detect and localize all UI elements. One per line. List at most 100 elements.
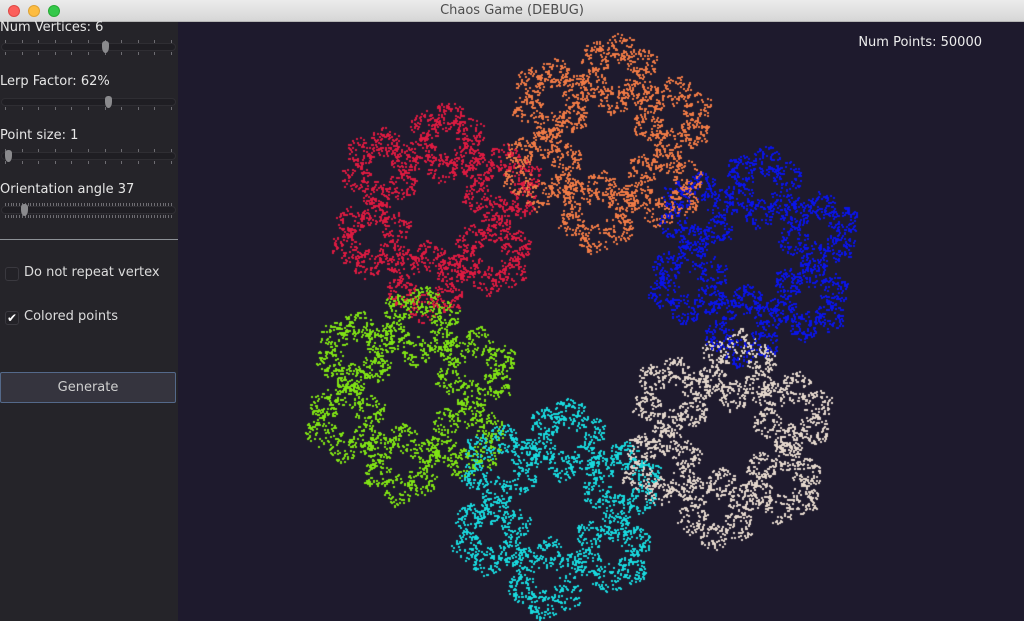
slider-tick [121, 52, 123, 55]
slider-tick [154, 107, 156, 110]
slider-tick [125, 215, 127, 218]
slider-tick [145, 215, 147, 218]
window-title: Chaos Game (DEBUG) [440, 3, 584, 18]
slider-tick [75, 215, 77, 218]
slider-track [1, 43, 176, 51]
slider-tick [35, 215, 37, 218]
slider-tick [114, 215, 116, 218]
slider-tick [10, 215, 12, 218]
slider-tick [88, 107, 89, 110]
slider-tick [38, 161, 40, 164]
control-panel: Num Vertices: 6 Lerp Factor: 62% Point s… [0, 20, 178, 621]
title-bar: Chaos Game (DEBUG) [0, 0, 1024, 22]
slider-tick [64, 215, 66, 218]
slider-tick [121, 161, 123, 164]
slider-tick [151, 215, 153, 218]
slider-tick [21, 107, 23, 110]
slider-tick [154, 215, 156, 218]
slider-tick [5, 52, 6, 55]
slider-tick [89, 215, 91, 218]
slider-tick [54, 161, 56, 164]
orientation-angle-label: Orientation angle 37 [0, 182, 135, 197]
slider-tick [104, 161, 106, 164]
slider-tick [171, 215, 172, 218]
slider-tick [140, 215, 142, 218]
slider-tick [30, 215, 32, 218]
slider-tick [123, 215, 125, 218]
slider-tick [13, 215, 15, 218]
slider-thumb[interactable] [105, 96, 112, 108]
slider-tick [41, 215, 43, 218]
slider-tick [97, 215, 99, 218]
orientation-angle-slider[interactable] [1, 203, 176, 219]
slider-ticks [1, 161, 176, 165]
slider-tick [171, 107, 172, 110]
slider-thumb[interactable] [5, 150, 12, 162]
do-not-repeat-vertex-label[interactable]: Do not repeat vertex [24, 265, 160, 280]
slider-tick [171, 52, 172, 55]
slider-tick [109, 215, 111, 218]
slider-thumb[interactable] [21, 204, 28, 216]
slider-tick [111, 215, 113, 218]
colored-points-label[interactable]: Colored points [24, 309, 118, 324]
slider-tick [5, 215, 6, 218]
slider-tick [104, 107, 106, 110]
slider-tick [71, 52, 73, 55]
slider-tick [92, 215, 94, 218]
num-points-label: Num Points: 50000 [858, 35, 982, 50]
fractal-canvas-area[interactable]: Num Points: 50000 [178, 22, 1024, 621]
slider-tick [100, 215, 102, 218]
app-window: Chaos Game (DEBUG) Num Vertices: 6 Lerp … [0, 0, 1024, 621]
slider-tick [128, 215, 130, 218]
num-vertices-slider[interactable] [1, 40, 176, 56]
lerp-factor-label: Lerp Factor: 62% [0, 74, 110, 89]
lerp-factor-slider[interactable] [1, 96, 176, 111]
colored-points-checkbox[interactable]: ✔ [5, 311, 19, 325]
slider-tick [38, 215, 40, 218]
slider-tick [95, 215, 97, 218]
slider-tick [54, 52, 56, 55]
slider-tick [168, 215, 170, 218]
slider-tick [21, 161, 23, 164]
slider-tick [121, 107, 123, 110]
slider-tick [148, 215, 150, 218]
slider-thumb[interactable] [102, 41, 109, 53]
slider-tick [142, 215, 144, 218]
slider-tick [19, 215, 21, 218]
slider-tick [88, 52, 89, 55]
slider-tick [134, 215, 136, 218]
slider-track [1, 152, 176, 160]
slider-ticks [1, 215, 176, 219]
slider-tick [66, 215, 68, 218]
point-size-slider[interactable] [1, 149, 176, 165]
slider-tick [38, 107, 40, 110]
slider-tick [159, 215, 161, 218]
do-not-repeat-vertex-checkbox[interactable] [5, 267, 19, 281]
slider-ticks [1, 107, 176, 111]
checkmark-icon: ✔ [6, 311, 18, 325]
slider-tick [21, 52, 23, 55]
slider-tick [137, 215, 139, 218]
slider-tick [38, 52, 40, 55]
slider-tick [137, 52, 139, 55]
slider-tick [78, 215, 80, 218]
slider-tick [58, 215, 60, 218]
slider-tick [154, 52, 156, 55]
generate-button[interactable]: Generate [0, 372, 176, 403]
chaos-game-canvas[interactable] [178, 22, 1024, 621]
slider-tick [137, 107, 139, 110]
num-vertices-label: Num Vertices: 6 [0, 20, 104, 35]
slider-tick [162, 215, 164, 218]
slider-tick [165, 215, 167, 218]
slider-tick [61, 215, 63, 218]
slider-tick [83, 215, 85, 218]
slider-track [1, 98, 176, 106]
slider-ticks [1, 52, 176, 56]
slider-tick [86, 215, 88, 218]
slider-tick [120, 215, 122, 218]
slider-tick [131, 215, 133, 218]
slider-tick [16, 215, 18, 218]
slider-tick [71, 107, 73, 110]
slider-tick [50, 215, 52, 218]
slider-tick [156, 215, 158, 218]
